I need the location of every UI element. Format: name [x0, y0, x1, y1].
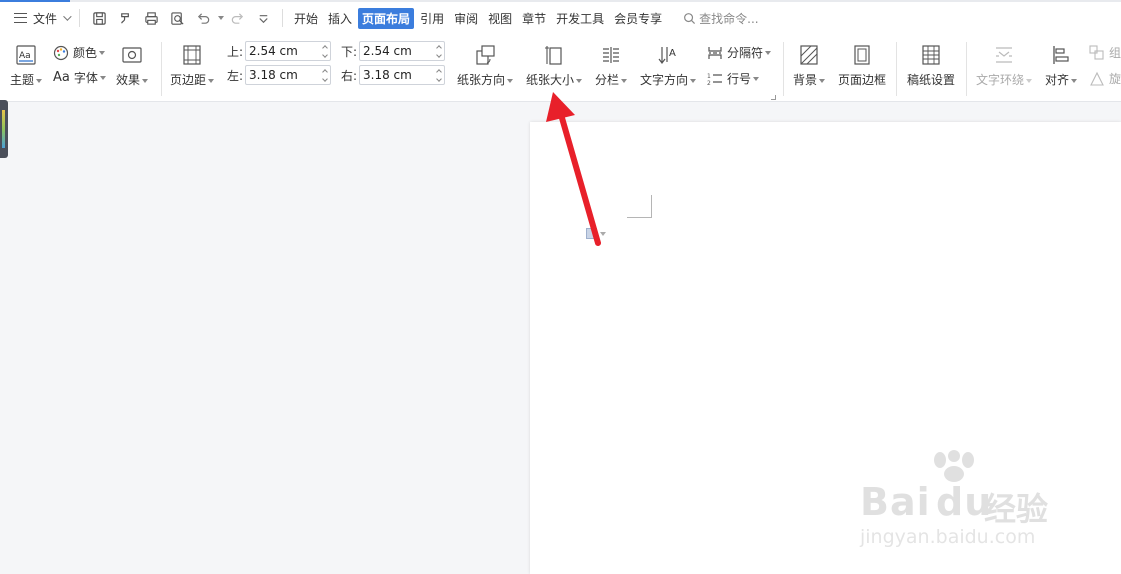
undo-dropdown-icon[interactable]: [218, 16, 225, 20]
spinner-icon: [320, 66, 330, 84]
break-button[interactable]: 分隔符: [707, 44, 772, 61]
effect-button[interactable]: 效果: [116, 43, 149, 88]
columns-icon: [599, 43, 623, 67]
palette-icon: [53, 45, 69, 60]
tab-developer[interactable]: 开发工具: [552, 8, 608, 29]
text-wrap-button[interactable]: 文字环绕: [976, 43, 1033, 88]
line-numbers-button[interactable]: 12 行号: [707, 70, 760, 87]
align-button[interactable]: 对齐: [1045, 43, 1078, 88]
text-direction-icon: A: [656, 43, 680, 67]
tab-member[interactable]: 会员专享: [610, 8, 666, 29]
rotate-icon: [1090, 71, 1104, 86]
margin-top-field[interactable]: 上: 2.54 cm: [227, 41, 331, 61]
page-border-icon: [850, 43, 874, 67]
spinner-icon: [320, 42, 330, 60]
tab-review[interactable]: 审阅: [450, 8, 482, 29]
customize-toolbar-icon[interactable]: [254, 9, 272, 27]
tab-view[interactable]: 视图: [484, 8, 516, 29]
search-icon: [684, 12, 696, 24]
page-border-button[interactable]: 页面边框: [838, 43, 886, 88]
tab-home[interactable]: 开始: [290, 8, 322, 29]
svg-text:1: 1: [707, 73, 711, 80]
paper-size-button[interactable]: 纸张大小: [526, 43, 583, 88]
redo-icon[interactable]: [228, 9, 246, 27]
color-button[interactable]: 颜色: [53, 44, 106, 61]
margin-left-field[interactable]: 左: 3.18 cm: [227, 65, 331, 85]
margin-right-field[interactable]: 右: 3.18 cm: [341, 65, 445, 85]
line-numbers-icon: 12: [707, 73, 722, 87]
svg-text:A: A: [669, 48, 676, 59]
baidu-watermark: Bai du 经验 jingyan.baidu.com: [858, 450, 1068, 560]
tab-insert[interactable]: 插入: [324, 8, 356, 29]
columns-button[interactable]: 分栏: [595, 43, 628, 88]
print-preview-icon[interactable]: [168, 9, 186, 27]
theme-icon: Aa: [14, 43, 38, 67]
align-left-icon: [1049, 43, 1073, 67]
page-break-icon: [708, 46, 722, 59]
theme-button[interactable]: Aa 主题: [10, 43, 43, 88]
ribbon-page-layout: Aa 主题 颜色 Aa 字体 效果 页边距 上: 2.54 cm 左: 3.18…: [0, 34, 1121, 102]
page-setup-launcher-icon[interactable]: [771, 95, 776, 100]
spinner-icon: [434, 42, 444, 60]
side-panel-handle[interactable]: [0, 100, 8, 158]
paragraph-layout-icon[interactable]: [586, 228, 606, 239]
orientation-button[interactable]: 纸张方向: [457, 43, 514, 88]
save-icon[interactable]: [90, 9, 108, 27]
file-menu-button[interactable]: 文件: [10, 7, 73, 29]
group-icon: [1089, 44, 1104, 60]
manuscript-grid-icon: [919, 43, 943, 67]
svg-text:Aa: Aa: [19, 51, 31, 61]
background-button[interactable]: 背景: [793, 43, 826, 88]
rotate-button[interactable]: 旋: [1089, 70, 1121, 87]
effect-icon: [120, 43, 144, 67]
text-wrap-icon: [992, 43, 1016, 67]
tab-references[interactable]: 引用: [416, 8, 448, 29]
print-icon[interactable]: [142, 9, 160, 27]
font-button[interactable]: Aa 字体: [53, 69, 106, 86]
spinner-icon: [434, 66, 444, 84]
hamburger-icon: [14, 13, 27, 23]
margins-icon: [180, 43, 204, 67]
manuscript-settings-button[interactable]: 稿纸设置: [907, 43, 955, 88]
paw-logo-icon: [934, 450, 974, 482]
background-icon: [797, 43, 821, 67]
font-aa-icon: Aa: [53, 70, 70, 85]
text-direction-button[interactable]: A 文字方向: [640, 43, 697, 88]
tab-bar: 文件 开始 插入 页面布局 引用 审阅 视图 章节 开发工具 会员专享 查找命令…: [0, 2, 1121, 34]
paper-size-icon: [542, 43, 566, 67]
undo-icon[interactable]: [194, 9, 212, 27]
orientation-icon: [473, 43, 497, 67]
margin-bottom-field[interactable]: 下: 2.54 cm: [341, 41, 445, 61]
format-painter-icon[interactable]: [116, 9, 134, 27]
margin-corner-marker: [627, 195, 652, 218]
command-search[interactable]: 查找命令...: [683, 10, 759, 27]
margins-button[interactable]: 页边距: [170, 43, 215, 88]
group-button[interactable]: 组: [1089, 44, 1121, 61]
tab-chapter[interactable]: 章节: [518, 8, 550, 29]
svg-text:2: 2: [707, 80, 711, 87]
tab-page-layout[interactable]: 页面布局: [358, 7, 415, 29]
chevron-down-icon: [63, 12, 72, 21]
